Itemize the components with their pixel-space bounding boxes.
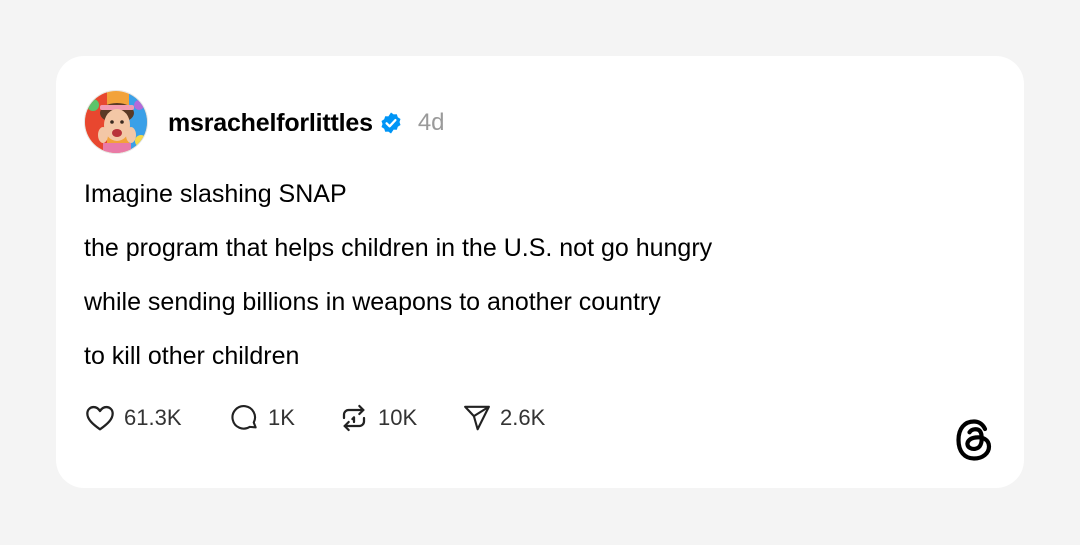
repost-icon xyxy=(338,402,370,434)
post-timestamp[interactable]: 4d xyxy=(418,109,445,137)
repost-count: 10K xyxy=(378,405,418,430)
like-button[interactable]: 61.3K xyxy=(84,402,230,434)
heart-icon xyxy=(84,402,116,434)
post-text-line: the program that helps children in the U… xyxy=(84,234,713,262)
comment-bubble-icon xyxy=(230,402,260,434)
send-icon xyxy=(462,403,492,433)
post-text-line: to kill other children xyxy=(84,342,300,370)
verified-badge-icon xyxy=(379,111,403,135)
post-header: msrachelforlittles 4d xyxy=(168,106,445,140)
share-count: 2.6K xyxy=(500,405,546,430)
comment-button[interactable]: 1K xyxy=(230,402,338,434)
like-count: 61.3K xyxy=(124,405,182,430)
post-body: Imagine slashing SNAP the program that h… xyxy=(84,176,984,392)
comment-count: 1K xyxy=(268,405,295,430)
avatar[interactable] xyxy=(84,90,148,154)
post-text-line: while sending billions in weapons to ano… xyxy=(84,288,661,316)
action-bar: 61.3K 1K 10K 2.6K xyxy=(84,400,572,436)
username[interactable]: msrachelforlittles xyxy=(168,109,373,138)
post-text-line: Imagine slashing SNAP xyxy=(84,180,347,208)
post-card: msrachelforlittles 4d Imagine slashing S… xyxy=(56,56,1024,488)
repost-button[interactable]: 10K xyxy=(338,402,462,434)
threads-logo-icon xyxy=(954,418,994,462)
share-button[interactable]: 2.6K xyxy=(462,403,572,433)
